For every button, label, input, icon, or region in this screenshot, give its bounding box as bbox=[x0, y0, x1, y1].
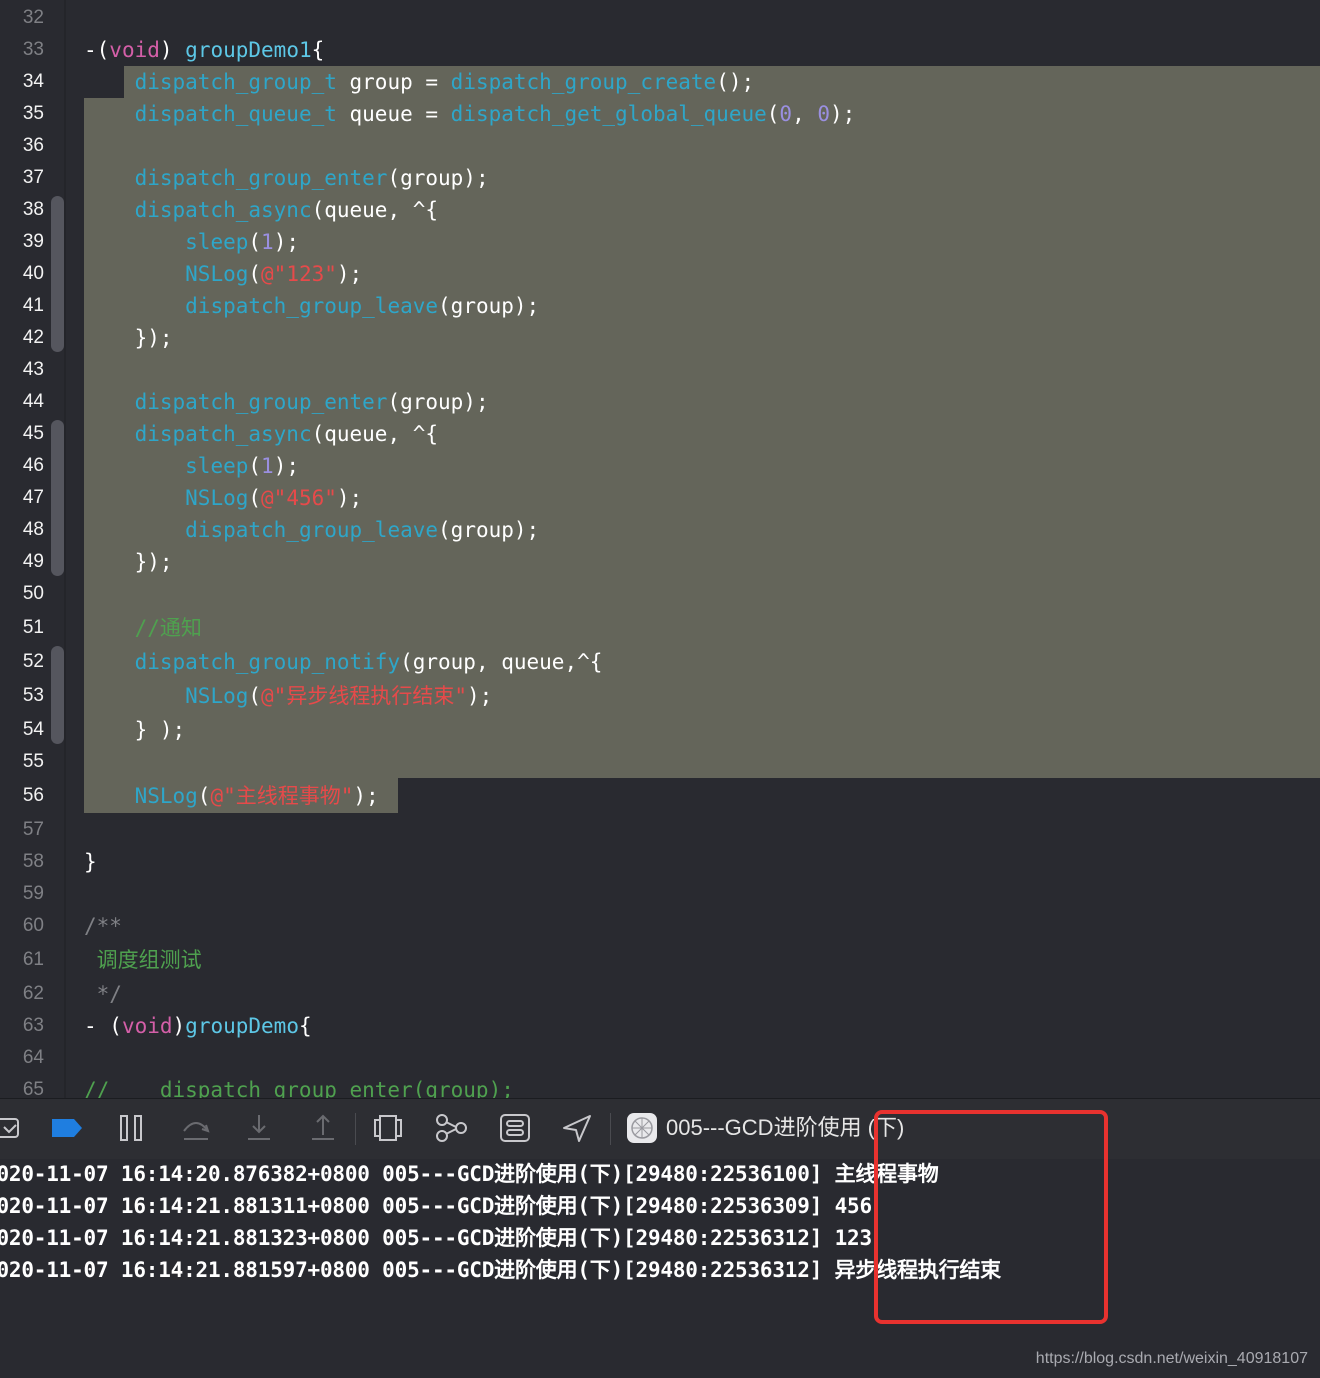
console-line: 2020-11-07 16:14:21.881311+0800 005---GC… bbox=[0, 1194, 872, 1218]
code-line-46[interactable]: sleep(1); bbox=[84, 454, 299, 478]
code-line-58[interactable]: } bbox=[84, 850, 97, 874]
code-line-42[interactable]: }); bbox=[84, 326, 173, 350]
simulate-location-icon[interactable] bbox=[560, 1112, 594, 1144]
line-number: 43 bbox=[22, 359, 44, 380]
line-number: 61 bbox=[22, 949, 44, 970]
line-number: 38 bbox=[22, 199, 44, 220]
code-line-44[interactable]: dispatch_group_enter(group); bbox=[84, 390, 489, 414]
watermark: https://blog.csdn.net/weixin_40918107 bbox=[1035, 1350, 1308, 1367]
breakpoints-toggle-icon[interactable] bbox=[50, 1112, 84, 1144]
line-number: 44 bbox=[22, 391, 44, 412]
code-line-52[interactable]: dispatch_group_notify(group, queue,^{ bbox=[84, 650, 603, 674]
line-number: 33 bbox=[22, 39, 44, 60]
gutter-separator bbox=[64, 0, 66, 1098]
console-line: 2020-11-07 16:14:21.881323+0800 005---GC… bbox=[0, 1226, 872, 1250]
code-line-47[interactable]: NSLog(@"456"); bbox=[84, 486, 362, 510]
line-number: 50 bbox=[22, 583, 44, 604]
line-number: 39 bbox=[22, 231, 44, 252]
console-output[interactable]: 2020-11-07 16:14:20.876382+0800 005---GC… bbox=[0, 1159, 1320, 1378]
line-number: 58 bbox=[22, 851, 44, 872]
console-line: 2020-11-07 16:14:21.881597+0800 005---GC… bbox=[0, 1258, 1001, 1282]
step-over-icon[interactable] bbox=[180, 1112, 212, 1144]
line-number: 34 bbox=[22, 71, 44, 92]
view-hierarchy-icon[interactable] bbox=[372, 1112, 404, 1144]
line-number: 37 bbox=[22, 167, 44, 188]
line-number: 40 bbox=[22, 263, 44, 284]
code-line-41[interactable]: dispatch_group_leave(group); bbox=[84, 294, 539, 318]
code-line-39[interactable]: sleep(1); bbox=[84, 230, 299, 254]
step-into-icon[interactable] bbox=[244, 1112, 274, 1144]
code-fold-ribbon[interactable] bbox=[51, 646, 64, 744]
code-line-37[interactable]: dispatch_group_enter(group); bbox=[84, 166, 489, 190]
app-target-icon[interactable] bbox=[626, 1112, 658, 1144]
line-number: 48 bbox=[22, 519, 44, 540]
line-number: 55 bbox=[22, 751, 44, 772]
code-line-65[interactable]: // dispatch_group_enter(group); bbox=[84, 1078, 514, 1098]
environment-overrides-icon[interactable] bbox=[498, 1112, 532, 1144]
code-line-34[interactable]: dispatch_group_t group = dispatch_group_… bbox=[84, 70, 755, 94]
memory-graph-icon[interactable] bbox=[434, 1112, 470, 1144]
annotation-highlight-box bbox=[874, 1110, 1108, 1324]
code-fold-ribbon[interactable] bbox=[51, 196, 64, 352]
line-number: 59 bbox=[22, 883, 44, 904]
code-line-63[interactable]: - (void)groupDemo{ bbox=[84, 1014, 312, 1038]
line-number: 64 bbox=[22, 1047, 44, 1068]
line-number: 53 bbox=[22, 685, 44, 706]
line-number: 45 bbox=[22, 423, 44, 444]
code-line-56[interactable]: NSLog(@"主线程事物"); bbox=[84, 784, 379, 808]
line-number: 46 bbox=[22, 455, 44, 476]
target-label[interactable]: 005---GCD进阶使用 (下) bbox=[666, 1113, 904, 1143]
line-number: 49 bbox=[22, 551, 44, 572]
debug-toolbar: 005---GCD进阶使用 (下) bbox=[0, 1098, 1320, 1160]
line-number: 63 bbox=[22, 1015, 44, 1036]
toolbar-divider bbox=[355, 1113, 356, 1145]
line-number: 65 bbox=[22, 1079, 44, 1098]
line-number: 41 bbox=[22, 295, 44, 316]
code-line-51[interactable]: //通知 bbox=[84, 616, 202, 640]
line-number: 52 bbox=[22, 651, 44, 672]
code-line-62[interactable]: */ bbox=[84, 982, 122, 1006]
line-number: 54 bbox=[22, 719, 44, 740]
hide-debug-area-icon[interactable] bbox=[0, 1112, 22, 1144]
toolbar-divider bbox=[610, 1113, 611, 1145]
code-line-53[interactable]: NSLog(@"异步线程执行结束"); bbox=[84, 684, 492, 708]
step-out-icon[interactable] bbox=[308, 1112, 338, 1144]
line-number: 56 bbox=[22, 785, 44, 806]
pause-icon[interactable] bbox=[116, 1112, 146, 1144]
line-number: 32 bbox=[22, 7, 44, 28]
line-number: 57 bbox=[22, 819, 44, 840]
code-line-35[interactable]: dispatch_queue_t queue = dispatch_get_gl… bbox=[84, 102, 856, 126]
line-number: 62 bbox=[22, 983, 44, 1004]
code-line-60[interactable]: /** bbox=[84, 914, 122, 938]
code-editor[interactable]: 32 33 34 35 36 37 38 39 40 41 42 43 44 45 46 47 48 49 50 51… bbox=[0, 0, 1320, 1098]
code-line-54[interactable]: } ); bbox=[84, 718, 186, 742]
code-line-61[interactable]: 调度组测试 bbox=[84, 948, 202, 972]
line-number: 47 bbox=[22, 487, 44, 508]
code-line-48[interactable]: dispatch_group_leave(group); bbox=[84, 518, 539, 542]
code-line-38[interactable]: dispatch_async(queue, ^{ bbox=[84, 198, 438, 222]
line-number: 42 bbox=[22, 327, 44, 348]
line-number: 36 bbox=[22, 135, 44, 156]
console-line: 2020-11-07 16:14:20.876382+0800 005---GC… bbox=[0, 1162, 939, 1186]
line-number: 60 bbox=[22, 915, 44, 936]
line-number: 51 bbox=[22, 617, 44, 638]
line-number: 35 bbox=[22, 103, 44, 124]
code-line-40[interactable]: NSLog(@"123"); bbox=[84, 262, 362, 286]
code-line-33[interactable]: -(void) groupDemo1{ bbox=[84, 38, 324, 62]
code-line-49[interactable]: }); bbox=[84, 550, 173, 574]
code-fold-ribbon[interactable] bbox=[51, 420, 64, 576]
code-line-45[interactable]: dispatch_async(queue, ^{ bbox=[84, 422, 438, 446]
